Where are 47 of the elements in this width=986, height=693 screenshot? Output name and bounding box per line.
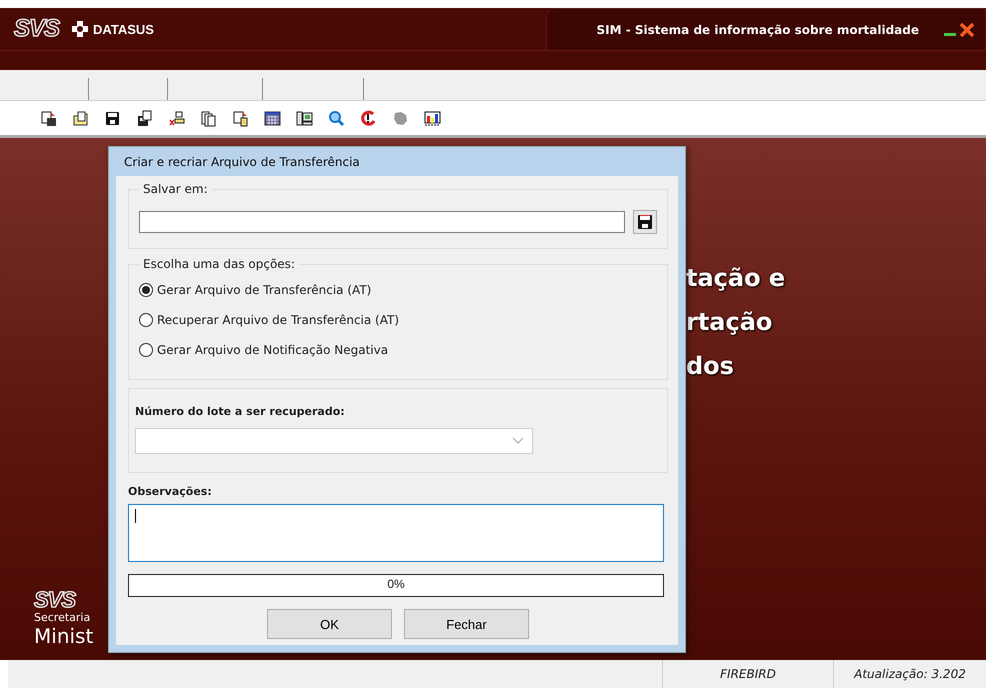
database-label: FIREBIRD	[720, 667, 776, 681]
footer-text: Secretaria	[34, 611, 90, 624]
chevron-down-icon	[512, 437, 524, 445]
background-heading: dos	[686, 352, 735, 380]
footer-text: Minist	[34, 624, 94, 648]
save-icon[interactable]	[104, 110, 121, 126]
radio-button[interactable]	[139, 283, 153, 297]
delete-link-icon[interactable]	[168, 110, 185, 126]
close-icon[interactable]	[959, 22, 975, 38]
import-document-icon[interactable]	[40, 110, 57, 126]
radio-option[interactable]: Gerar Arquivo de Notificação Negativa	[139, 335, 657, 365]
radio-option[interactable]: Recuperar Arquivo de Transferência (AT)	[139, 305, 657, 335]
document-download-icon[interactable]	[232, 110, 249, 126]
version-label: Atualização: 3.202	[854, 667, 966, 681]
open-document-icon[interactable]	[72, 110, 89, 126]
dialog-button[interactable]: OK	[267, 609, 392, 639]
field-label: Número do lote a ser recuperado:	[135, 405, 346, 418]
cross-icon	[71, 20, 90, 38]
save-icon	[637, 214, 653, 230]
footer-logo: SVS	[34, 589, 76, 611]
bar-chart-icon[interactable]	[424, 110, 441, 126]
calendar-icon[interactable]	[264, 110, 281, 126]
save-button[interactable]	[633, 210, 657, 234]
field-label: Observações:	[128, 485, 213, 498]
app-title: SIM - Sistema de informação sobre mortalidade	[596, 22, 919, 36]
option-label: Gerar Arquivo de Transferência (AT)	[157, 283, 372, 297]
dialog-title: Criar e recriar Arquivo de Transferência	[123, 154, 361, 170]
radio-button[interactable]	[139, 313, 153, 327]
brand-logo: DATASUS	[71, 20, 154, 38]
background-heading: tação e	[686, 264, 786, 292]
copy-documents-icon[interactable]	[200, 110, 217, 126]
radio-button[interactable]	[139, 343, 153, 357]
export-disk-icon[interactable]	[136, 110, 153, 126]
background-heading: rtação	[686, 308, 774, 336]
progress-reading: 0%	[386, 576, 406, 593]
search-icon[interactable]	[328, 110, 345, 126]
radio-option[interactable]: Gerar Arquivo de Transferência (AT)	[139, 275, 657, 305]
notes-field[interactable]	[128, 504, 664, 562]
logo: SVS	[14, 15, 60, 43]
dialog-button[interactable]: Fechar	[404, 609, 529, 639]
group-legend: Salvar em:	[139, 182, 212, 196]
computer-icon[interactable]	[296, 110, 313, 126]
group-legend: Escolha uma das opções:	[139, 257, 299, 271]
refresh-alert-icon[interactable]	[360, 110, 377, 126]
option-label: Recuperar Arquivo de Transferência (AT)	[157, 313, 400, 327]
path-field[interactable]	[139, 211, 625, 233]
option-label: Gerar Arquivo de Notificação Negativa	[157, 343, 388, 357]
